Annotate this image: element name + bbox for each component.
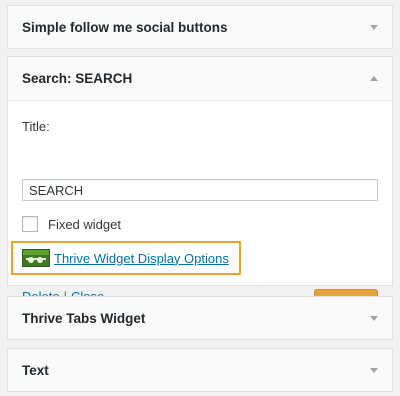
arrow-down-icon[interactable]: [370, 25, 378, 30]
fixed-widget-label: Fixed widget: [48, 216, 121, 232]
arrow-down-icon[interactable]: [370, 316, 378, 321]
widget-title-text: Search:: [22, 71, 72, 86]
widget-simple-follow-me: Simple follow me social buttons: [7, 5, 393, 49]
widget-title: Simple follow me social buttons: [22, 19, 228, 35]
arrow-down-icon[interactable]: [370, 368, 378, 373]
fixed-widget-row: Fixed widget: [22, 216, 121, 232]
widget-text: Text: [7, 348, 393, 392]
widget-title: Text: [22, 362, 49, 378]
thrive-options-highlight: Thrive Widget Display Options: [11, 241, 241, 275]
arrow-up-icon[interactable]: [370, 75, 378, 81]
title-input[interactable]: [22, 179, 378, 201]
widget-thrive-tabs: Thrive Tabs Widget: [7, 296, 393, 340]
widget-header[interactable]: Simple follow me social buttons: [8, 6, 392, 48]
thrive-widget-icon: [22, 249, 50, 267]
thrive-options-link[interactable]: Thrive Widget Display Options: [54, 251, 229, 266]
widget-title: Thrive Tabs Widget: [22, 310, 146, 326]
widget-title: Search: SEARCH: [22, 71, 132, 86]
widget-header[interactable]: Search: SEARCH: [8, 57, 392, 101]
title-label: Title:: [22, 119, 50, 134]
widget-header[interactable]: Thrive Tabs Widget: [8, 297, 392, 339]
widget-search: Search: SEARCH Title: Fixed widget Thriv…: [7, 56, 393, 315]
widget-header[interactable]: Text: [8, 349, 392, 391]
widget-title-suffix: SEARCH: [75, 71, 133, 86]
fixed-widget-checkbox[interactable]: [22, 216, 38, 232]
